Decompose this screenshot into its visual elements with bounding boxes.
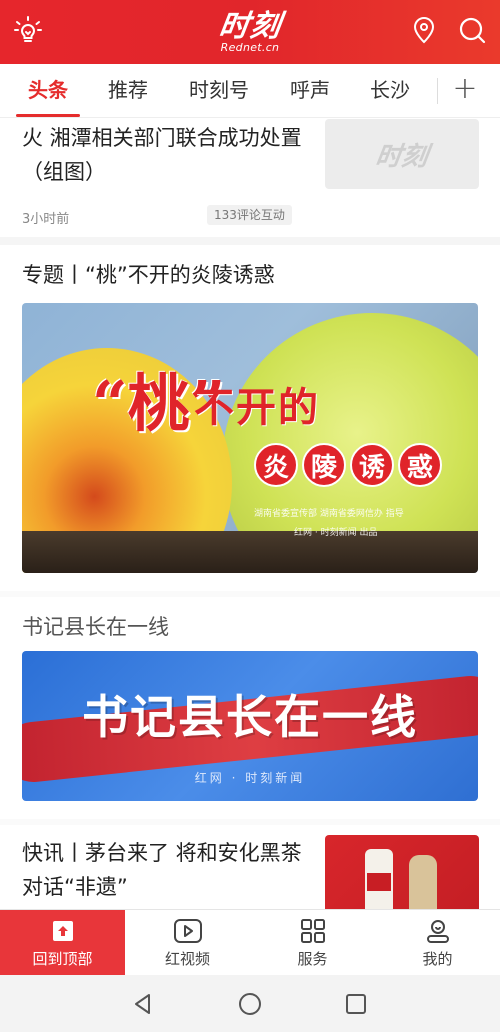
- location-pin-icon[interactable]: [406, 12, 442, 48]
- tab-headlines[interactable]: 头条: [16, 64, 80, 118]
- peach-special-banner[interactable]: “桃” 不开的 炎 陵 诱 惑 湖南省委宣传部 湖南省委网信办 指导 红网 · …: [22, 303, 478, 573]
- section-title-secretary[interactable]: 书记县长在一线: [22, 611, 169, 641]
- nav-back-to-top[interactable]: 回到顶部: [0, 910, 125, 976]
- news-feed[interactable]: 火 湘潭相关部门联合成功处置（组图） 时刻 3小时前 133评论互动 专题丨“桃…: [0, 119, 500, 909]
- nav-label: 回到顶部: [32, 949, 93, 968]
- nav-red-video[interactable]: 红视频: [125, 910, 250, 976]
- tab-voice[interactable]: 呼声: [278, 64, 342, 118]
- banner-credit: 红网 · 时刻新闻: [194, 771, 306, 785]
- banner-credit-guidance: 湖南省委宣传部 湖南省委网信办 指导: [254, 509, 404, 519]
- news-time: 3小时前: [22, 212, 70, 227]
- banner-ground: [22, 531, 478, 573]
- secretary-banner[interactable]: 书记县长在一线 红网 · 时刻新闻: [22, 651, 478, 801]
- banner-credit-producer: 红网 · 时刻新闻 出品: [294, 528, 378, 538]
- add-channel-icon[interactable]: +: [448, 64, 482, 118]
- special-topic-title[interactable]: 专题丨“桃”不开的炎陵诱惑: [22, 259, 275, 289]
- app-logo: 时刻 Rednet.cn: [216, 8, 284, 54]
- grid-icon: [300, 918, 325, 943]
- nav-services[interactable]: 服务: [250, 910, 375, 976]
- lightbulb-icon[interactable]: [10, 12, 46, 48]
- banner-not-open-text: 不开的: [194, 384, 320, 431]
- comment-badge[interactable]: 133评论互动: [207, 205, 292, 225]
- bottle-label: [367, 873, 391, 891]
- news-title[interactable]: 火 湘潭相关部门联合成功处置（组图）: [22, 121, 312, 189]
- news-title[interactable]: 快讯丨茅台来了 将和安化黑茶对话“非遗”: [22, 836, 312, 904]
- news-thumbnail[interactable]: [325, 835, 479, 909]
- nav-label: 我的: [422, 949, 453, 968]
- user-icon: [426, 919, 449, 943]
- search-icon[interactable]: [454, 12, 490, 48]
- banner-title: 书记县长在一线: [82, 690, 418, 744]
- nav-label: 服务: [297, 949, 328, 968]
- banner-word: 惑: [398, 443, 442, 487]
- video-play-icon: [173, 918, 202, 943]
- banner-word: 陵: [302, 443, 346, 487]
- thumbnail-placeholder-logo: 时刻: [373, 141, 430, 172]
- tab-shike-account[interactable]: 时刻号: [178, 64, 260, 118]
- nav-mine[interactable]: 我的: [375, 910, 500, 976]
- tab-changsha[interactable]: 长沙: [358, 64, 422, 118]
- banner-word-bubbles: 炎 陵 诱 惑: [254, 443, 442, 487]
- tab-recommend[interactable]: 推荐: [96, 64, 160, 118]
- app-header: 时刻 Rednet.cn: [0, 0, 500, 64]
- feed-divider: [0, 819, 500, 825]
- tab-divider: [437, 78, 438, 104]
- back-to-top-icon: [52, 920, 73, 941]
- bottom-navigation: 回到顶部 红视频 服务 我的: [0, 909, 500, 976]
- banner-word: 诱: [350, 443, 394, 487]
- back-triangle-icon[interactable]: [128, 989, 158, 1019]
- feed-divider: [0, 591, 500, 597]
- feed-divider: [0, 237, 500, 245]
- active-tab-indicator: [16, 114, 80, 117]
- recents-square-icon[interactable]: [341, 989, 371, 1019]
- tea-brick-image: [409, 855, 437, 909]
- channel-tabs: 头条 推荐 时刻号 呼声 长沙 +: [0, 64, 500, 118]
- nav-label: 红视频: [164, 949, 210, 968]
- logo-text: 时刻: [216, 8, 284, 44]
- banner-word: 炎: [254, 443, 298, 487]
- system-navigation-bar: [0, 975, 500, 1032]
- home-circle-icon[interactable]: [235, 989, 265, 1019]
- news-thumbnail[interactable]: 时刻: [325, 119, 479, 189]
